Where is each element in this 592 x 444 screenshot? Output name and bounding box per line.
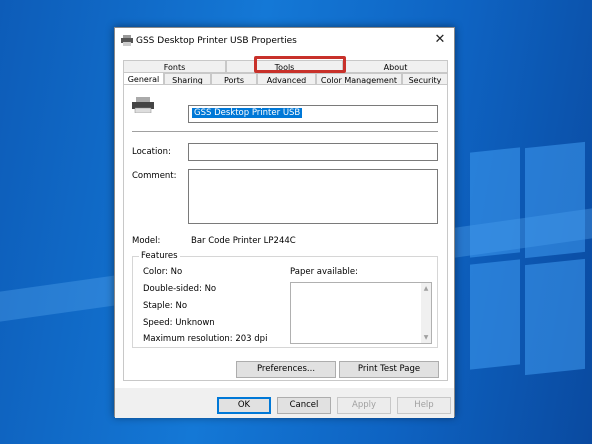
dialog-footer: OK Cancel Apply Help [115, 388, 454, 418]
help-button[interactable]: Help [397, 397, 451, 414]
paper-available-label: Paper available: [290, 267, 359, 277]
separator [132, 131, 438, 132]
comment-field[interactable] [188, 169, 438, 224]
location-field[interactable] [188, 143, 438, 161]
features-legend: Features [139, 251, 180, 261]
location-label: Location: [132, 147, 171, 157]
feature-staple: Staple: No [143, 301, 188, 311]
scroll-up-icon[interactable]: ▲ [422, 285, 430, 292]
paper-available-list[interactable]: ▲ ▼ [290, 282, 432, 344]
feature-speed: Speed: Unknown [143, 318, 215, 328]
tools-tab-highlight [254, 56, 346, 73]
printer-large-icon [132, 97, 154, 116]
scroll-down-icon[interactable]: ▼ [422, 334, 430, 341]
windows-logo-pane [470, 259, 520, 370]
paper-list-scrollbar[interactable]: ▲ ▼ [421, 283, 431, 343]
model-label: Model: [132, 236, 161, 246]
feature-color: Color: No [143, 267, 183, 277]
close-button[interactable]: ✕ [430, 31, 450, 49]
cancel-button[interactable]: Cancel [277, 397, 331, 414]
model-value: Bar Code Printer LP244C [191, 236, 296, 246]
printer-icon [121, 35, 133, 49]
windows-logo-pane [525, 258, 585, 376]
apply-button[interactable]: Apply [337, 397, 391, 414]
printer-name-field[interactable]: GSS Desktop Printer USB [188, 105, 438, 123]
comment-label: Comment: [132, 171, 177, 181]
feature-max-resolution: Maximum resolution: 203 dpi [143, 334, 268, 344]
preferences-button[interactable]: Preferences... [236, 361, 336, 378]
windows-logo-pane [470, 147, 520, 258]
print-test-page-button[interactable]: Print Test Page [339, 361, 439, 378]
title-bar[interactable]: GSS Desktop Printer USB Properties ✕ [115, 28, 454, 54]
general-tab-panel: GSS Desktop Printer USB Location: Commen… [123, 84, 448, 381]
feature-double-sided: Double-sided: No [143, 284, 217, 294]
tab-about[interactable]: About [343, 60, 448, 73]
printer-name-value: GSS Desktop Printer USB [192, 108, 303, 118]
features-group: Features Color: No Double-sided: No Stap… [132, 251, 438, 348]
windows-logo-pane [525, 141, 585, 259]
printer-properties-dialog: GSS Desktop Printer USB Properties ✕ Fon… [114, 27, 455, 418]
ok-button[interactable]: OK [217, 397, 271, 414]
window-title: GSS Desktop Printer USB Properties [136, 36, 297, 46]
